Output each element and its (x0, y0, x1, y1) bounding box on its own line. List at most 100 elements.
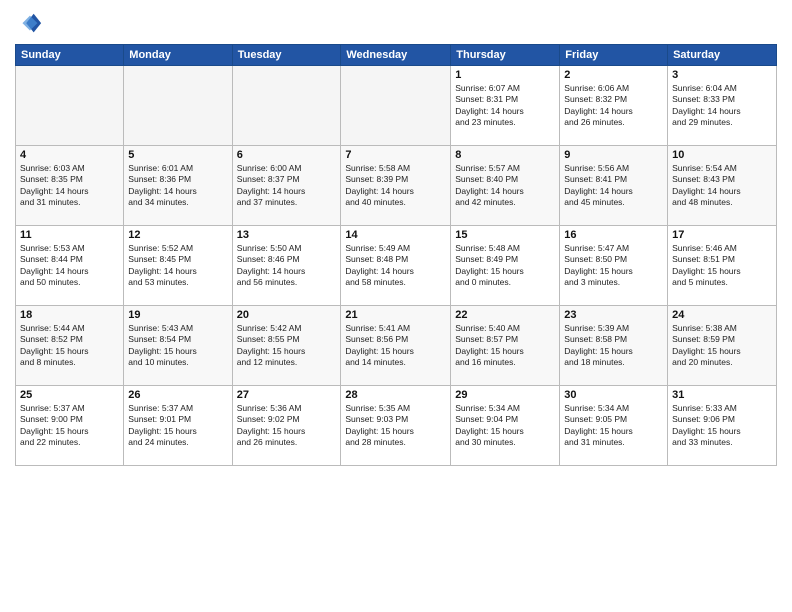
calendar-cell: 30 Sunrise: 5:34 AMSunset: 9:05 PMDayligh… (560, 386, 668, 466)
day-info: Sunrise: 5:40 AMSunset: 8:57 PMDaylight:… (455, 323, 555, 369)
calendar-cell: 15 Sunrise: 5:48 AMSunset: 8:49 PMDayligh… (451, 226, 560, 306)
day-number: 28 (345, 389, 446, 401)
day-number: 3 (672, 69, 772, 81)
day-info: Sunrise: 6:00 AMSunset: 8:37 PMDaylight:… (237, 163, 337, 209)
calendar-cell: 1 Sunrise: 6:07 AMSunset: 8:31 PMDaylight… (451, 66, 560, 146)
day-info: Sunrise: 5:34 AMSunset: 9:05 PMDaylight:… (564, 403, 663, 449)
day-number: 10 (672, 149, 772, 161)
day-number: 30 (564, 389, 663, 401)
weekday-header-friday: Friday (560, 45, 668, 66)
day-number: 27 (237, 389, 337, 401)
weekday-header-sunday: Sunday (16, 45, 124, 66)
weekday-header-monday: Monday (124, 45, 232, 66)
day-info: Sunrise: 5:50 AMSunset: 8:46 PMDaylight:… (237, 243, 337, 289)
header (15, 10, 777, 38)
calendar-cell: 5 Sunrise: 6:01 AMSunset: 8:36 PMDaylight… (124, 146, 232, 226)
logo-icon (15, 10, 43, 38)
day-info: Sunrise: 5:56 AMSunset: 8:41 PMDaylight:… (564, 163, 663, 209)
calendar-cell: 17Sunrise: 5:46 AMSunset: 8:51 PMDayligh… (668, 226, 777, 306)
calendar-cell: 28Sunrise: 5:35 AMSunset: 9:03 PMDayligh… (341, 386, 451, 466)
day-number: 7 (345, 149, 446, 161)
day-info: Sunrise: 5:38 AMSunset: 8:59 PMDaylight:… (672, 323, 772, 369)
calendar-cell: 3 Sunrise: 6:04 AMSunset: 8:33 PMDaylight… (668, 66, 777, 146)
calendar-cell (232, 66, 341, 146)
calendar-cell: 7 Sunrise: 5:58 AMSunset: 8:39 PMDaylight… (341, 146, 451, 226)
day-number: 16 (564, 229, 663, 241)
weekday-header-thursday: Thursday (451, 45, 560, 66)
day-number: 23 (564, 309, 663, 321)
day-number: 18 (20, 309, 119, 321)
weekday-header-saturday: Saturday (668, 45, 777, 66)
day-info: Sunrise: 6:07 AMSunset: 8:31 PMDaylight:… (455, 83, 555, 129)
calendar-cell: 13 Sunrise: 5:50 AMSunset: 8:46 PMDayligh… (232, 226, 341, 306)
calendar-cell: 14 Sunrise: 5:49 AMSunset: 8:48 PMDayligh… (341, 226, 451, 306)
day-info: Sunrise: 5:39 AMSunset: 8:58 PMDaylight:… (564, 323, 663, 369)
day-number: 21 (345, 309, 446, 321)
day-number: 14 (345, 229, 446, 241)
day-info: Sunrise: 5:47 AMSunset: 8:50 PMDaylight:… (564, 243, 663, 289)
day-info: Sunrise: 5:54 AMSunset: 8:43 PMDaylight:… (672, 163, 772, 209)
day-info: Sunrise: 5:37 AMSunset: 9:00 PMDaylight:… (20, 403, 119, 449)
day-number: 2 (564, 69, 663, 81)
weekday-header-wednesday: Wednesday (341, 45, 451, 66)
day-number: 13 (237, 229, 337, 241)
day-number: 5 (128, 149, 227, 161)
day-info: Sunrise: 5:34 AMSunset: 9:04 PMDaylight:… (455, 403, 555, 449)
day-info: Sunrise: 5:44 AMSunset: 8:52 PMDaylight:… (20, 323, 119, 369)
day-info: Sunrise: 5:49 AMSunset: 8:48 PMDaylight:… (345, 243, 446, 289)
day-info: Sunrise: 6:04 AMSunset: 8:33 PMDaylight:… (672, 83, 772, 129)
page: SundayMondayTuesdayWednesdayThursdayFrid… (0, 0, 792, 612)
day-number: 19 (128, 309, 227, 321)
day-number: 4 (20, 149, 119, 161)
calendar-cell: 24 Sunrise: 5:38 AMSunset: 8:59 PMDayligh… (668, 306, 777, 386)
calendar-cell (341, 66, 451, 146)
calendar-cell: 9 Sunrise: 5:56 AMSunset: 8:41 PMDaylight… (560, 146, 668, 226)
calendar-cell: 19 Sunrise: 5:43 AMSunset: 8:54 PMDayligh… (124, 306, 232, 386)
day-info: Sunrise: 5:41 AMSunset: 8:56 PMDaylight:… (345, 323, 446, 369)
day-number: 8 (455, 149, 555, 161)
calendar-cell: 6 Sunrise: 6:00 AMSunset: 8:37 PMDaylight… (232, 146, 341, 226)
day-info: Sunrise: 6:01 AMSunset: 8:36 PMDaylight:… (128, 163, 227, 209)
day-number: 9 (564, 149, 663, 161)
day-info: Sunrise: 5:58 AMSunset: 8:39 PMDaylight:… (345, 163, 446, 209)
day-info: Sunrise: 5:37 AMSunset: 9:01 PMDaylight:… (128, 403, 227, 449)
day-number: 6 (237, 149, 337, 161)
calendar-week-3: 11 Sunrise: 5:53 AMSunset: 8:44 PMDayligh… (16, 226, 777, 306)
logo (15, 10, 47, 38)
day-number: 31 (672, 389, 772, 401)
day-number: 29 (455, 389, 555, 401)
calendar-cell: 23 Sunrise: 5:39 AMSunset: 8:58 PMDayligh… (560, 306, 668, 386)
calendar-cell: 8 Sunrise: 5:57 AMSunset: 8:40 PMDaylight… (451, 146, 560, 226)
calendar-table: SundayMondayTuesdayWednesdayThursdayFrid… (15, 44, 777, 466)
day-number: 17 (672, 229, 772, 241)
day-info: Sunrise: 5:52 AMSunset: 8:45 PMDaylight:… (128, 243, 227, 289)
day-number: 26 (128, 389, 227, 401)
day-number: 25 (20, 389, 119, 401)
day-number: 1 (455, 69, 555, 81)
calendar-cell: 11 Sunrise: 5:53 AMSunset: 8:44 PMDayligh… (16, 226, 124, 306)
calendar-week-1: 1 Sunrise: 6:07 AMSunset: 8:31 PMDaylight… (16, 66, 777, 146)
day-number: 22 (455, 309, 555, 321)
calendar-cell: 22 Sunrise: 5:40 AMSunset: 8:57 PMDayligh… (451, 306, 560, 386)
day-number: 20 (237, 309, 337, 321)
day-number: 15 (455, 229, 555, 241)
day-info: Sunrise: 5:53 AMSunset: 8:44 PMDaylight:… (20, 243, 119, 289)
calendar-cell: 10 Sunrise: 5:54 AMSunset: 8:43 PMDayligh… (668, 146, 777, 226)
day-number: 12 (128, 229, 227, 241)
calendar-cell: 21 Sunrise: 5:41 AMSunset: 8:56 PMDayligh… (341, 306, 451, 386)
day-info: Sunrise: 5:57 AMSunset: 8:40 PMDaylight:… (455, 163, 555, 209)
day-info: Sunrise: 5:48 AMSunset: 8:49 PMDaylight:… (455, 243, 555, 289)
day-info: Sunrise: 5:42 AMSunset: 8:55 PMDaylight:… (237, 323, 337, 369)
day-info: Sunrise: 5:43 AMSunset: 8:54 PMDaylight:… (128, 323, 227, 369)
calendar-cell: 18 Sunrise: 5:44 AMSunset: 8:52 PMDayligh… (16, 306, 124, 386)
calendar-week-5: 25 Sunrise: 5:37 AMSunset: 9:00 PMDayligh… (16, 386, 777, 466)
calendar-cell: 16 Sunrise: 5:47 AMSunset: 8:50 PMDayligh… (560, 226, 668, 306)
calendar-cell: 26 Sunrise: 5:37 AMSunset: 9:01 PMDayligh… (124, 386, 232, 466)
calendar-cell: 31 Sunrise: 5:33 AMSunset: 9:06 PMDayligh… (668, 386, 777, 466)
calendar-cell: 12 Sunrise: 5:52 AMSunset: 8:45 PMDayligh… (124, 226, 232, 306)
day-info: Sunrise: 6:03 AMSunset: 8:35 PMDaylight:… (20, 163, 119, 209)
calendar-cell (124, 66, 232, 146)
day-info: Sunrise: 5:33 AMSunset: 9:06 PMDaylight:… (672, 403, 772, 449)
day-number: 24 (672, 309, 772, 321)
day-number: 11 (20, 229, 119, 241)
